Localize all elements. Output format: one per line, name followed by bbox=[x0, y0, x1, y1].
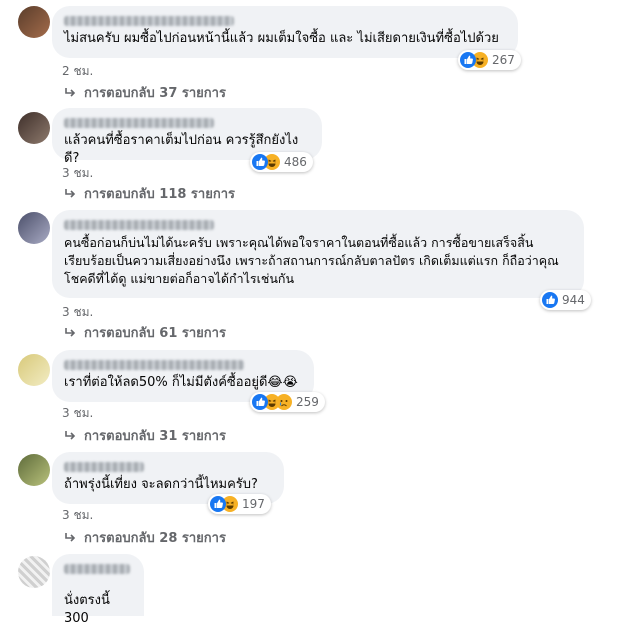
reaction-count: 197 bbox=[242, 497, 265, 511]
like-icon bbox=[210, 496, 226, 512]
comment-text: เราที่ต่อให้ลด50% ก็ไม่มีตังค์ซื้ออยู่ดี… bbox=[64, 375, 298, 390]
view-replies-link[interactable]: การตอบกลับ 28 รายการ bbox=[64, 527, 226, 548]
comment-text: คนซื้อก่อนก็บ่นไม่ได้นะครับ เพราะคุณได้พ… bbox=[64, 235, 559, 286]
comment-text: ไม่สนครับ ผมซื้อไปก่อนหน้านี้แล้ว ผมเต็ม… bbox=[64, 31, 499, 46]
view-replies-link[interactable]: การตอบกลับ 37 รายการ bbox=[64, 82, 226, 103]
reaction-summary[interactable]: 944 bbox=[540, 290, 591, 310]
reply-arrow-icon bbox=[65, 430, 76, 440]
commenter-name-blurred[interactable] bbox=[64, 16, 234, 26]
view-replies-link[interactable]: การตอบกลับ 31 รายการ bbox=[64, 425, 226, 446]
avatar[interactable] bbox=[18, 112, 50, 144]
comment-timestamp[interactable]: 3 ชม. bbox=[62, 303, 93, 322]
like-icon bbox=[460, 52, 476, 68]
comment-timestamp[interactable]: 2 ชม. bbox=[62, 62, 93, 81]
comment-text: นั่งตรงนี้ 300 bbox=[64, 593, 110, 626]
reply-arrow-icon bbox=[65, 532, 76, 542]
like-icon bbox=[252, 394, 268, 410]
commenter-name-blurred[interactable] bbox=[64, 220, 214, 230]
comment-timestamp[interactable]: 3 ชม. bbox=[62, 506, 93, 525]
view-replies-link[interactable]: การตอบกลับ 118 รายการ bbox=[64, 183, 235, 204]
avatar[interactable] bbox=[18, 454, 50, 486]
reaction-summary[interactable]: 486 bbox=[250, 152, 313, 172]
replies-label: การตอบกลับ 61 รายการ bbox=[84, 326, 226, 341]
avatar[interactable] bbox=[18, 354, 50, 386]
reply-arrow-icon bbox=[65, 327, 76, 337]
replies-label: การตอบกลับ 28 รายการ bbox=[84, 531, 226, 546]
reaction-count: 944 bbox=[562, 293, 585, 307]
commenter-name-blurred[interactable] bbox=[64, 118, 214, 128]
comment-bubble: คนซื้อก่อนก็บ่นไม่ได้นะครับ เพราะคุณได้พ… bbox=[52, 210, 584, 298]
comment-bubble: นั่งตรงนี้ 300 bbox=[52, 554, 144, 626]
reaction-summary[interactable]: 259 bbox=[250, 392, 325, 412]
replies-label: การตอบกลับ 31 รายการ bbox=[84, 429, 226, 444]
reaction-summary[interactable]: 197 bbox=[208, 494, 271, 514]
reaction-count: 486 bbox=[284, 155, 307, 169]
like-icon bbox=[252, 154, 268, 170]
reply-arrow-icon bbox=[65, 188, 76, 198]
comment-timestamp[interactable]: 3 ชม. bbox=[62, 164, 93, 183]
like-icon bbox=[542, 292, 558, 308]
comment-text: ถ้าพรุ่งนี้เที่ยง จะลดกว่านี้ไหมครับ? bbox=[64, 477, 258, 492]
reply-arrow-icon bbox=[65, 87, 76, 97]
avatar[interactable] bbox=[18, 556, 50, 588]
reaction-summary[interactable]: 267 bbox=[458, 50, 521, 70]
reaction-count: 259 bbox=[296, 395, 319, 409]
comment-timestamp[interactable]: 3 ชม. bbox=[62, 404, 93, 423]
avatar[interactable] bbox=[18, 6, 50, 38]
reaction-count: 267 bbox=[492, 53, 515, 67]
view-replies-link[interactable]: การตอบกลับ 61 รายการ bbox=[64, 322, 226, 343]
replies-label: การตอบกลับ 118 รายการ bbox=[84, 187, 235, 202]
commenter-name-blurred[interactable] bbox=[64, 462, 144, 472]
commenter-name-blurred[interactable] bbox=[64, 360, 244, 370]
comment-bubble: ไม่สนครับ ผมซื้อไปก่อนหน้านี้แล้ว ผมเต็ม… bbox=[52, 6, 518, 58]
avatar[interactable] bbox=[18, 212, 50, 244]
commenter-name-blurred[interactable] bbox=[64, 564, 130, 574]
replies-label: การตอบกลับ 37 รายการ bbox=[84, 86, 226, 101]
